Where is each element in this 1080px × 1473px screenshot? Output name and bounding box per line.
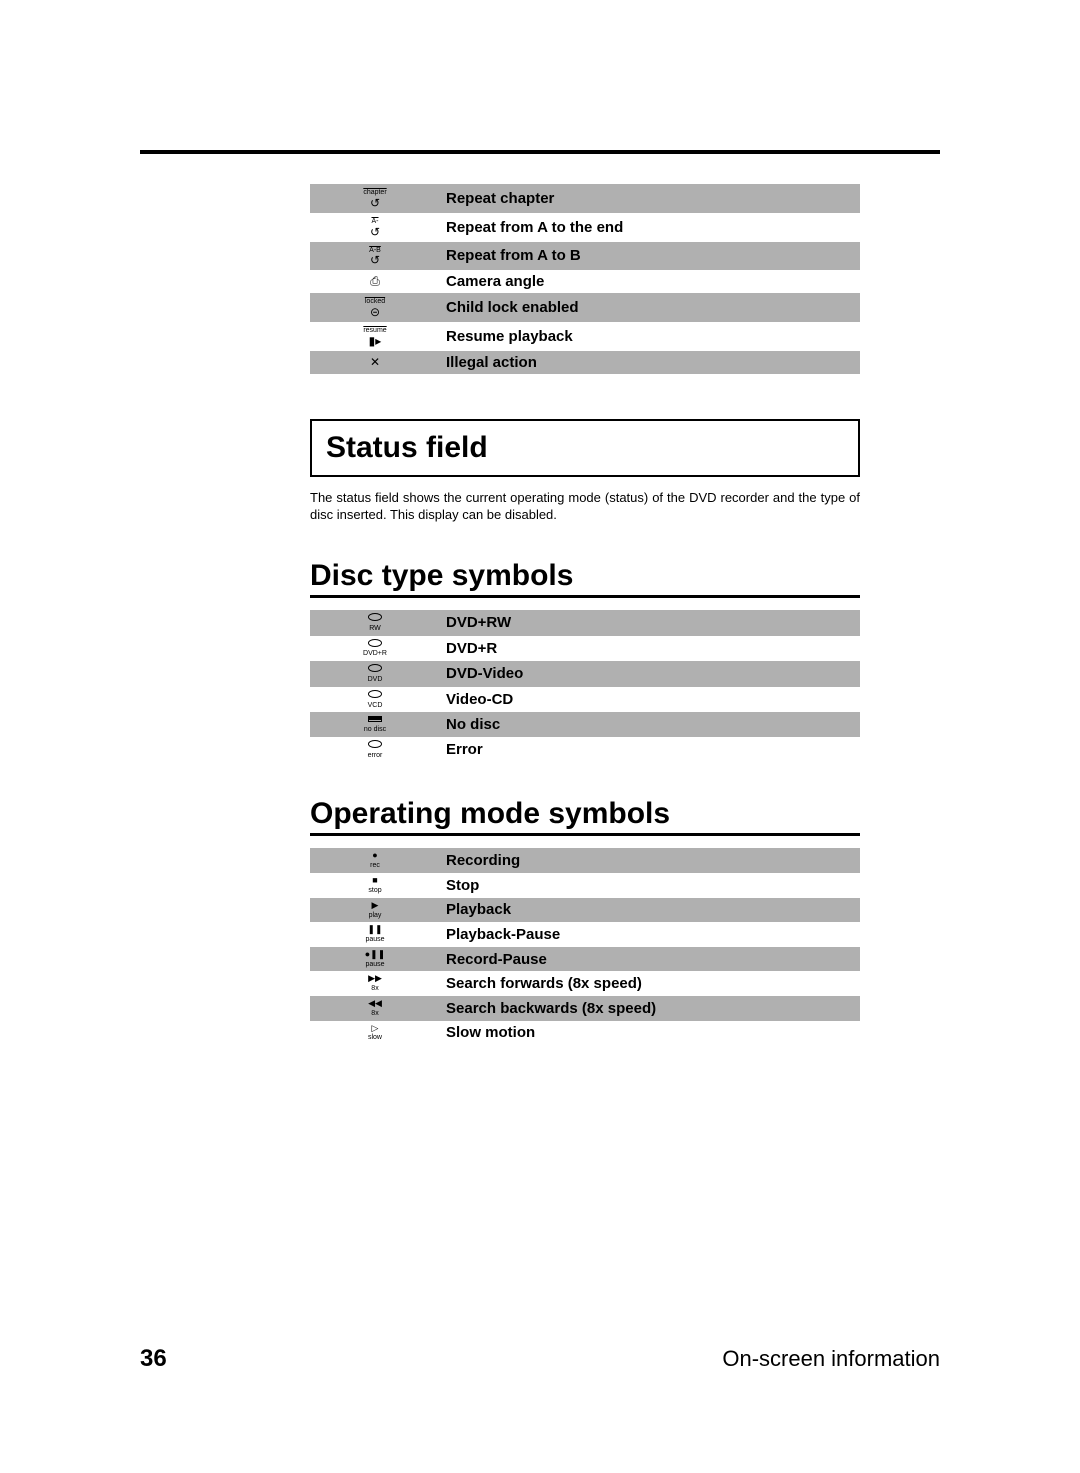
disc-label: Video-CD (440, 687, 860, 713)
symbol-icon: A-↺ (310, 213, 440, 242)
operating-mode-heading-wrap: Operating mode symbols (310, 797, 860, 836)
table-row: A-↺Repeat from A to the end (310, 213, 860, 242)
symbol-label: Repeat from A to the end (440, 213, 860, 242)
table-row: errorError (310, 737, 860, 763)
table-row: resume▮▸Resume playback (310, 322, 860, 351)
disc-type-heading: Disc type symbols (310, 559, 860, 593)
symbol-label: Camera angle (440, 270, 860, 293)
table-row: A-B↺Repeat from A to B (310, 242, 860, 271)
mode-label: Playback-Pause (440, 922, 860, 947)
symbol-icon: chapter↺ (310, 184, 440, 213)
disc-icon: no disc (310, 712, 440, 737)
disc-type-table: RWDVD+RWDVD+RDVD+RDVDDVD-VideoVCDVideo-C… (310, 610, 860, 762)
mode-label: Search backwards (8x speed) (440, 996, 860, 1021)
mode-icon: ▶▶8x (310, 971, 440, 996)
mode-label: Record-Pause (440, 947, 860, 972)
mode-icon: ●❚❚pause (310, 947, 440, 972)
page-number: 36 (140, 1345, 167, 1373)
mode-label: Recording (440, 848, 860, 873)
disc-label: DVD-Video (440, 661, 860, 687)
table-row: ▶playPlayback (310, 898, 860, 923)
operating-mode-heading: Operating mode symbols (310, 797, 860, 831)
symbol-label: Repeat from A to B (440, 242, 860, 271)
disc-icon: error (310, 737, 440, 763)
table-row: DVD+RDVD+R (310, 636, 860, 662)
status-field-text: The status field shows the current opera… (310, 489, 860, 524)
symbol-label: Repeat chapter (440, 184, 860, 213)
mode-icon: ▷slow (310, 1021, 440, 1046)
disc-icon: DVD+R (310, 636, 440, 662)
operating-mode-table: ●recRecording■stopStop▶playPlayback❚❚pau… (310, 848, 860, 1045)
mode-icon: ■stop (310, 873, 440, 898)
page-content: chapter↺Repeat chapterA-↺Repeat from A t… (0, 0, 1080, 1045)
table-row: no discNo disc (310, 712, 860, 737)
status-field-heading: Status field (326, 431, 844, 465)
symbol-icon: locked⊝ (310, 293, 440, 322)
mode-label: Stop (440, 873, 860, 898)
mode-icon: ◀◀8x (310, 996, 440, 1021)
page-footer: 36 On-screen information (140, 1345, 940, 1373)
top-rule (140, 150, 940, 154)
table-row: DVDDVD-Video (310, 661, 860, 687)
mode-icon: ❚❚pause (310, 922, 440, 947)
table-row: ⎙Camera angle (310, 270, 860, 293)
mode-icon: ●rec (310, 848, 440, 873)
table-row: ❚❚pausePlayback-Pause (310, 922, 860, 947)
symbol-icon: A-B↺ (310, 242, 440, 271)
table-row: ●recRecording (310, 848, 860, 873)
mode-icon: ▶play (310, 898, 440, 923)
mode-label: Search forwards (8x speed) (440, 971, 860, 996)
symbol-icon: ✕ (310, 351, 440, 374)
table-row: ▷slowSlow motion (310, 1021, 860, 1046)
table-row: ✕Illegal action (310, 351, 860, 374)
mode-label: Slow motion (440, 1021, 860, 1046)
disc-label: DVD+R (440, 636, 860, 662)
disc-type-heading-wrap: Disc type symbols (310, 559, 860, 598)
disc-icon: VCD (310, 687, 440, 713)
symbol-label: Resume playback (440, 322, 860, 351)
disc-icon: RW (310, 610, 440, 636)
table-row: chapter↺Repeat chapter (310, 184, 860, 213)
repeat-symbols-table: chapter↺Repeat chapterA-↺Repeat from A t… (310, 184, 860, 374)
table-row: RWDVD+RW (310, 610, 860, 636)
symbol-label: Child lock enabled (440, 293, 860, 322)
disc-icon: DVD (310, 661, 440, 687)
disc-label: Error (440, 737, 860, 763)
table-row: ■stopStop (310, 873, 860, 898)
table-row: ●❚❚pauseRecord-Pause (310, 947, 860, 972)
table-row: ◀◀8xSearch backwards (8x speed) (310, 996, 860, 1021)
table-row: locked⊝Child lock enabled (310, 293, 860, 322)
table-row: ▶▶8xSearch forwards (8x speed) (310, 971, 860, 996)
table-row: VCDVideo-CD (310, 687, 860, 713)
mode-label: Playback (440, 898, 860, 923)
symbol-icon: ⎙ (310, 270, 440, 293)
footer-title: On-screen information (722, 1346, 940, 1372)
disc-label: No disc (440, 712, 860, 737)
symbol-label: Illegal action (440, 351, 860, 374)
status-field-heading-box: Status field (310, 419, 860, 477)
disc-label: DVD+RW (440, 610, 860, 636)
symbol-icon: resume▮▸ (310, 322, 440, 351)
